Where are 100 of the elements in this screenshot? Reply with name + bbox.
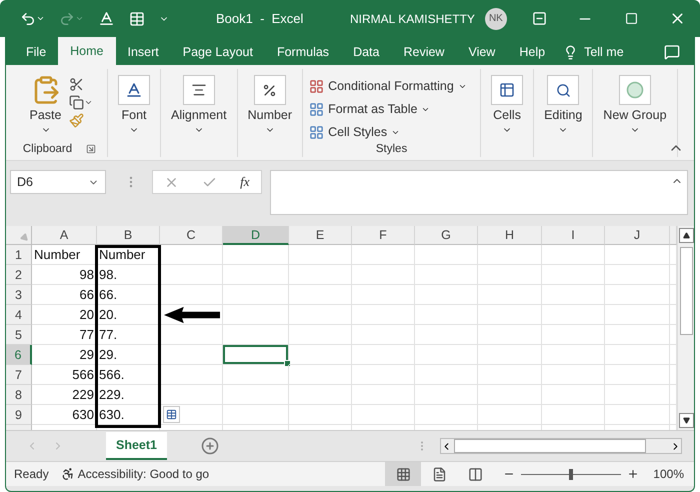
empty-cell[interactable] [160, 385, 223, 406]
empty-cell[interactable] [415, 365, 478, 386]
empty-cell[interactable] [160, 245, 223, 266]
empty-cell[interactable] [289, 365, 352, 386]
style-menu-button[interactable]: Cell Styles [309, 121, 474, 144]
row-header[interactable]: 3 [6, 285, 32, 306]
row-header[interactable]: 5 [6, 325, 32, 346]
empty-cell[interactable] [352, 405, 415, 426]
tell-me-link[interactable]: Tell me [584, 45, 624, 60]
zoom-percentage[interactable]: 100% [653, 467, 684, 482]
column-header[interactable]: C [160, 226, 223, 246]
empty-cell[interactable] [415, 405, 478, 426]
ribbon-tab[interactable]: Page Layout [170, 39, 265, 66]
empty-cell[interactable] [478, 405, 542, 426]
empty-cell[interactable] [160, 285, 223, 306]
ribbon-tab[interactable]: Review [391, 39, 456, 66]
empty-cell[interactable] [223, 365, 289, 386]
horizontal-scrollbar[interactable] [440, 438, 682, 454]
empty-cell[interactable] [605, 405, 670, 426]
formula-input-field[interactable] [270, 170, 688, 216]
table-icon[interactable] [129, 10, 145, 27]
empty-cell[interactable] [478, 285, 542, 306]
empty-cell[interactable] [478, 245, 542, 266]
empty-cell[interactable] [605, 285, 670, 306]
empty-cell[interactable] [415, 385, 478, 406]
zoom-slider-thumb[interactable] [569, 468, 574, 480]
column-header[interactable]: B [97, 226, 160, 246]
empty-cell[interactable] [415, 285, 478, 306]
empty-cell[interactable] [352, 385, 415, 406]
empty-cell[interactable] [605, 325, 670, 346]
column-header[interactable]: D [223, 226, 289, 246]
ribbon-button[interactable]: New Group [599, 75, 671, 136]
empty-cell[interactable] [542, 385, 605, 406]
empty-cell[interactable] [352, 245, 415, 266]
ribbon-tab[interactable]: Data [341, 39, 392, 66]
empty-cell[interactable] [352, 325, 415, 346]
empty-cell[interactable] [223, 285, 289, 306]
empty-cell[interactable] [478, 325, 542, 346]
row-header[interactable]: 2 [6, 265, 32, 286]
empty-cell[interactable] [542, 405, 605, 426]
empty-cell[interactable] [415, 245, 478, 266]
empty-cell[interactable] [478, 305, 542, 326]
empty-cell[interactable] [478, 365, 542, 386]
ribbon-tab[interactable]: View [456, 39, 508, 66]
ribbon-tab[interactable]: File [14, 39, 58, 66]
empty-cell[interactable] [160, 345, 223, 366]
empty-cell[interactable] [542, 305, 605, 326]
ribbon-button[interactable]: Cells [487, 75, 528, 136]
empty-cell[interactable] [223, 305, 289, 326]
ribbon-tab[interactable]: Home [58, 37, 116, 66]
sheet-tab[interactable]: Sheet1 [106, 432, 167, 460]
empty-cell[interactable] [352, 365, 415, 386]
avatar[interactable]: NK [484, 8, 507, 30]
empty-cell[interactable] [160, 265, 223, 286]
accessibility-status[interactable]: Accessibility: Good to go [78, 467, 210, 482]
empty-cell[interactable] [605, 265, 670, 286]
row-header[interactable]: 9 [6, 405, 32, 426]
scrollbar-thumb[interactable] [680, 247, 692, 336]
empty-cell[interactable] [542, 365, 605, 386]
empty-cell[interactable] [352, 265, 415, 286]
empty-cell[interactable] [352, 285, 415, 306]
empty-cell[interactable] [289, 285, 352, 306]
column-header[interactable]: J [605, 226, 670, 246]
empty-cell[interactable] [415, 345, 478, 366]
style-menu-button[interactable]: Conditional Formatting [309, 75, 474, 98]
row-header[interactable]: 4 [6, 305, 32, 326]
empty-cell[interactable] [289, 345, 352, 366]
row-header[interactable]: 6 [6, 345, 32, 366]
insert-function-button[interactable]: fx [240, 174, 250, 190]
empty-cell[interactable] [223, 405, 289, 426]
column-header[interactable]: H [478, 226, 542, 246]
column-header[interactable]: F [352, 226, 415, 246]
empty-cell[interactable] [223, 245, 289, 266]
empty-cell[interactable] [289, 385, 352, 406]
name-box[interactable]: D6 [10, 170, 106, 194]
empty-cell[interactable] [415, 265, 478, 286]
row-header[interactable]: 7 [6, 365, 32, 386]
empty-cell[interactable] [289, 265, 352, 286]
empty-cell[interactable] [160, 405, 223, 426]
ribbon-tab[interactable]: Help [507, 39, 558, 66]
column-header[interactable]: G [415, 226, 478, 246]
column-header[interactable]: A [32, 226, 97, 246]
empty-cell[interactable] [223, 385, 289, 406]
add-sheet-icon[interactable] [201, 437, 219, 456]
ribbon-button[interactable]: Editing [540, 75, 586, 136]
empty-cell[interactable] [605, 345, 670, 366]
row-header[interactable]: 1 [6, 245, 32, 266]
empty-cell[interactable] [605, 245, 670, 266]
font-color-icon[interactable] [98, 10, 115, 28]
empty-cell[interactable] [160, 365, 223, 386]
row-header[interactable]: 8 [6, 385, 32, 406]
empty-cell[interactable] [542, 345, 605, 366]
grid-icon[interactable] [385, 462, 422, 486]
zoom-in-icon[interactable] [627, 468, 640, 480]
scroll-down-icon[interactable] [678, 413, 694, 428]
empty-cell[interactable] [605, 365, 670, 386]
empty-cell[interactable] [542, 265, 605, 286]
active-cell-border[interactable] [223, 345, 289, 366]
empty-cell[interactable] [223, 265, 289, 286]
empty-cell[interactable] [160, 325, 223, 346]
